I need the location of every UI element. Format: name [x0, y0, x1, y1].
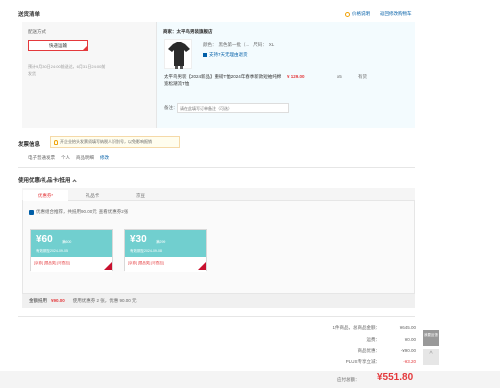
discount-total-note: 使用优惠券 2 张，优惠 90.00 元 — [72, 298, 137, 303]
bulb-icon — [54, 139, 58, 145]
product-color: 颜色： 黑色第一批（... 尺码： XL — [203, 42, 274, 48]
shipping-time: 预计9月30日24:00前送达，6月31日24:00前发货 — [28, 64, 106, 76]
discounts-title: 使用优惠/礼品卡/抵用 — [18, 178, 71, 184]
auto-select-suffix: 查看优惠券2张 — [98, 209, 129, 214]
discount-total-value: ¥90.00 — [51, 298, 65, 303]
summary-value: -¥90.00 — [400, 348, 416, 353]
delivery-list-title: 送货清单 — [18, 12, 41, 18]
invoice-holder: 个人 — [61, 155, 70, 160]
coupon-amount: ¥30 — [130, 234, 147, 245]
summary-value: ¥0.00 — [404, 337, 416, 342]
invoice-title: 发票信息 — [18, 142, 41, 148]
payable-bar — [0, 371, 500, 388]
payable-label: 应付总额： — [337, 377, 360, 382]
back-to-top-button[interactable]: ^ — [423, 349, 439, 365]
size-value: XL — [268, 42, 275, 47]
coupon-amount: ¥60 — [36, 234, 53, 245]
product-quantity: x5 — [337, 74, 342, 79]
divider — [18, 316, 415, 317]
invoice-notice: 开企业抬头发票须填写纳税人识别号，以免影响报销 — [50, 136, 180, 148]
remark-label: 备注： — [164, 105, 178, 110]
product-price: ¥ 129.00 — [287, 74, 305, 79]
summary-label: 1件商品，总商品金额： — [332, 325, 380, 330]
color-value: 黑色第一批（... — [218, 42, 250, 47]
divider — [18, 167, 415, 168]
express-delivery-option[interactable]: 快递运输 — [28, 40, 88, 51]
discounts-toggle[interactable]: 使用优惠/礼品卡/抵用 — [18, 176, 77, 184]
invoice-notice-text: 开企业抬头发票须填写纳税人识别号，以免影响报销 — [60, 139, 152, 144]
express-delivery-label: 快递运输 — [49, 43, 67, 48]
product-image[interactable] — [164, 39, 192, 69]
back-to-cart-link[interactable]: 返回修改购物车 — [380, 11, 412, 17]
selected-corner-icon — [104, 262, 112, 270]
tab-coupons[interactable]: 优惠券* — [23, 190, 68, 201]
coupon-tags: [京券] [限品类] [可叠加] — [125, 257, 206, 272]
coupon-date: 有效期至2024-09-08 — [130, 249, 162, 253]
chevron-up-icon — [71, 178, 77, 184]
tab-jingdou[interactable]: 京豆 — [118, 190, 163, 201]
coupon-card[interactable]: ¥60 满600 有效期至2024-09-05 [京券] [限品类] [可叠加] — [30, 229, 113, 272]
remark-input[interactable] — [177, 103, 289, 113]
product-stock: 有货 — [358, 74, 367, 79]
invoice-details: 电子普通发票 个人 商品明细 修改 — [28, 155, 109, 161]
shop-name[interactable]: 商家：太平鸟男装旗舰店 — [163, 29, 213, 35]
delivery-method-label: 配送方式 — [28, 29, 46, 34]
color-label: 颜色： — [203, 42, 217, 47]
invoice-edit-link[interactable]: 修改 — [100, 155, 109, 161]
payable-value: ¥551.80 — [377, 372, 414, 383]
price-note-link[interactable]: 价格说明 — [345, 11, 370, 17]
summary-label: 运费： — [366, 337, 381, 342]
summary-label: PLUS专享立减： — [345, 359, 380, 364]
summary-label: 商品优惠： — [357, 348, 381, 353]
selected-corner-icon — [198, 262, 206, 270]
selected-corner-icon — [83, 46, 87, 50]
invoice-content: 商品明细 — [76, 155, 94, 160]
size-label: 尺码： — [253, 42, 267, 47]
chevron-up-icon: ^ — [429, 351, 433, 358]
invoice-type: 电子普通发票 — [28, 155, 55, 160]
tab-coupons-label: 优惠券 — [37, 193, 52, 198]
return-service-label: 支持7天无理由退货 — [209, 52, 248, 57]
check-icon — [203, 53, 207, 57]
coupon-condition: 满600 — [62, 240, 72, 244]
discount-total: 金额抵用 ¥90.00 使用优惠券 2 张，优惠 90.00 元 — [29, 298, 137, 304]
feedback-button[interactable]: 我要反馈 — [423, 330, 439, 346]
coupon-condition: 满299 — [156, 240, 166, 244]
auto-select-text: 优惠组合推荐，共抵用90.00元 — [36, 209, 97, 214]
coupon-card[interactable]: ¥30 满299 有效期至2024-09-08 [京券] [限品类] [可叠加] — [124, 229, 207, 272]
discount-total-label: 金额抵用 — [29, 298, 47, 303]
tab-gift-cards[interactable]: 礼品卡 — [70, 190, 115, 201]
coupon-tags: [京券] [限品类] [可叠加] — [31, 257, 112, 272]
auto-select-option[interactable]: 优惠组合推荐，共抵用90.00元 查看优惠券2张 — [29, 209, 128, 215]
return-service-badge[interactable]: 支持7天无理由退货 — [203, 52, 248, 58]
info-icon — [345, 11, 350, 17]
checkbox-checked-icon[interactable] — [29, 209, 34, 215]
summary-value: ¥645.00 — [399, 325, 416, 330]
summary-value: -¥3.20 — [403, 359, 416, 364]
product-title[interactable]: 太平鸟男装【2024新品】重磅T恤2024年春季新款短袖纯棉宽松潮流T恤 — [164, 73, 284, 87]
coupon-date: 有效期至2024-09-05 — [36, 249, 68, 253]
tshirt-icon — [168, 42, 190, 69]
